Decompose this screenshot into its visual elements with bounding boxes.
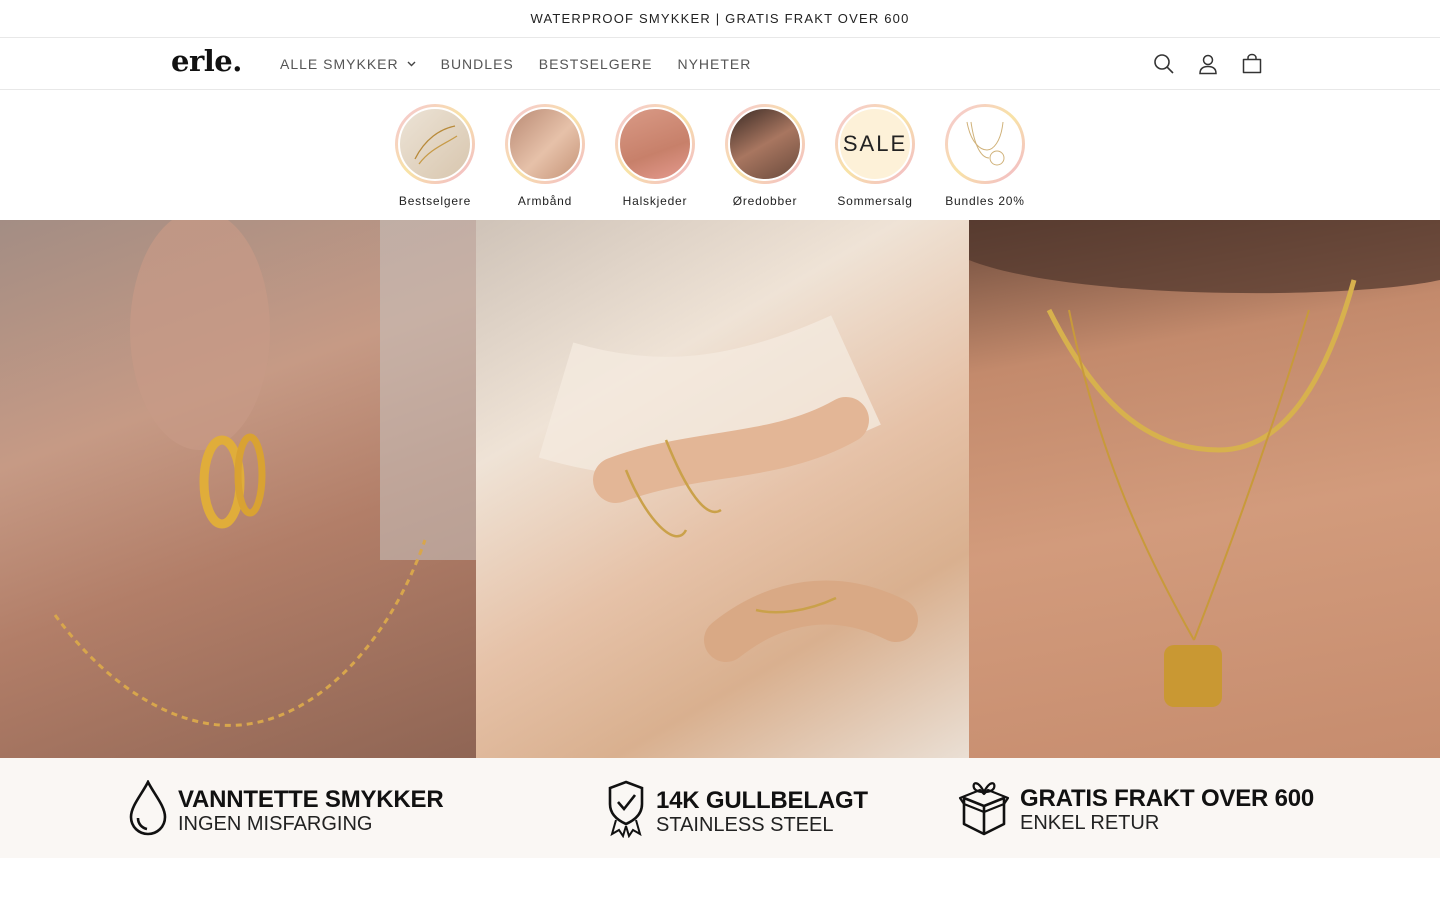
category-bestselgere[interactable]: Bestselgere	[380, 104, 490, 208]
nav-item-bestselgere[interactable]: BESTSELGERE	[539, 56, 653, 72]
nav-item-bundles[interactable]: BUNDLES	[441, 56, 514, 72]
announcement-text: WATERPROOF SMYKKER | GRATIS FRAKT OVER 6…	[530, 11, 910, 26]
feature-title: GRATIS FRAKT OVER 600	[1020, 784, 1315, 812]
gift-box-icon	[958, 778, 1010, 841]
category-label: Bundles 20%	[945, 194, 1025, 208]
cart-icon[interactable]	[1240, 52, 1264, 76]
nav-item-alle-smykker[interactable]: ALLE SMYKKER	[280, 56, 416, 72]
category-armband[interactable]: Armbånd	[490, 104, 600, 208]
feature-bar: VANNTETTE SMYKKER INGEN MISFARGING 14K G…	[0, 758, 1440, 858]
nav-item-nyheter[interactable]: NYHETER	[677, 56, 751, 72]
category-label: Sommersalg	[837, 194, 913, 208]
category-label: Øredobber	[732, 194, 798, 208]
category-halskjeder[interactable]: Halskjeder	[600, 104, 710, 208]
necklaces-photo	[969, 220, 1440, 758]
category-label: Armbånd	[517, 194, 573, 208]
category-label: Bestselgere	[398, 194, 472, 208]
category-thumbnail	[948, 107, 1022, 181]
site-header: erle. ALLE SMYKKER BUNDLES BESTSELGERE N…	[0, 38, 1440, 90]
logo[interactable]: erle.	[171, 44, 242, 78]
main-nav: ALLE SMYKKER BUNDLES BESTSELGERE NYHETER	[280, 38, 776, 89]
feature-subtitle: ENKEL RETUR	[1020, 811, 1160, 834]
header-actions	[1152, 38, 1264, 89]
hero-banner[interactable]	[0, 220, 1440, 758]
nav-item-label: NYHETER	[677, 55, 752, 72]
category-label: Halskjeder	[622, 194, 688, 208]
sale-badge: SALE	[838, 107, 912, 181]
feature-title: VANNTETTE SMYKKER	[178, 785, 444, 813]
category-bundles[interactable]: Bundles 20%	[930, 104, 1040, 208]
bracelets-photo	[476, 220, 969, 758]
category-oredobber[interactable]: Øredobber	[710, 104, 820, 208]
water-drop-icon	[128, 779, 168, 841]
shield-check-icon	[606, 780, 646, 843]
category-thumbnail	[728, 107, 802, 181]
announcement-bar: WATERPROOF SMYKKER | GRATIS FRAKT OVER 6…	[0, 0, 1440, 38]
feature-gold: 14K GULLBELAGT STAINLESS STEEL	[606, 780, 868, 843]
chevron-down-icon	[407, 61, 416, 67]
sale-badge-text: SALE	[842, 131, 908, 156]
category-thumbnail	[618, 107, 692, 181]
feature-title: 14K GULLBELAGT	[656, 786, 868, 814]
category-sommersalg[interactable]: SALE Sommersalg	[820, 104, 930, 208]
feature-subtitle: INGEN MISFARGING	[178, 812, 373, 835]
account-icon[interactable]	[1196, 52, 1220, 76]
category-strip: Bestselgere Armbånd Halskjeder Øredobber…	[0, 90, 1440, 220]
search-icon[interactable]	[1152, 52, 1176, 76]
feature-subtitle: STAINLESS STEEL	[656, 813, 834, 836]
nav-item-label: BUNDLES	[440, 55, 514, 72]
feature-shipping: GRATIS FRAKT OVER 600 ENKEL RETUR	[958, 778, 1314, 841]
category-thumbnail	[508, 107, 582, 181]
category-thumbnail	[398, 107, 472, 181]
nav-item-label: BESTSELGERE	[538, 55, 653, 72]
nav-item-label: ALLE SMYKKER	[280, 55, 399, 72]
feature-waterproof: VANNTETTE SMYKKER INGEN MISFARGING	[128, 779, 444, 841]
earring-necklace-photo	[0, 220, 476, 758]
